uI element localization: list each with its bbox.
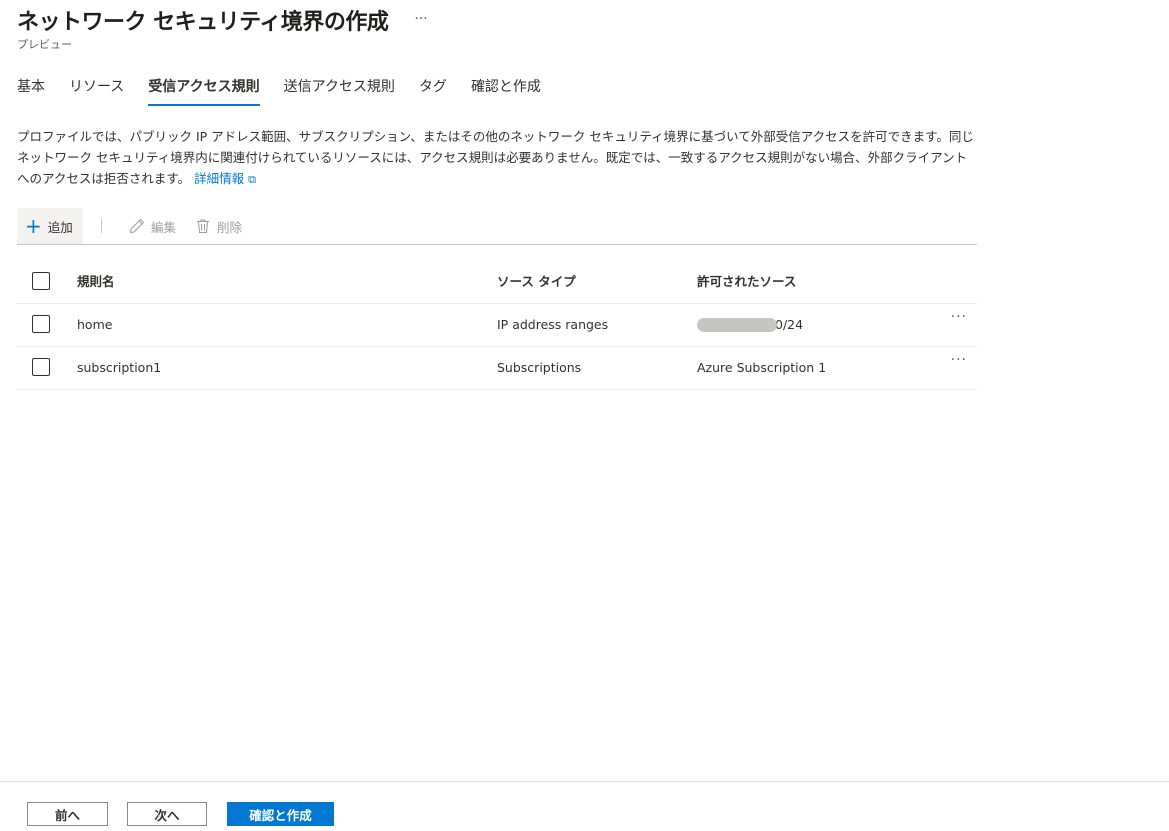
preview-subtitle: プレビュー xyxy=(17,38,72,51)
source-type-cell: IP address ranges xyxy=(497,317,609,332)
delete-label: 削除 xyxy=(217,219,243,235)
rule-name-cell: subscription1 xyxy=(77,360,162,375)
tab-resources[interactable]: リソース xyxy=(69,76,124,106)
title-row: ネットワーク セキュリティ境界の作成 ··· xyxy=(17,4,428,36)
tab-tags[interactable]: タグ xyxy=(419,76,447,106)
tab-basics[interactable]: 基本 xyxy=(17,76,45,106)
source-type-cell: Subscriptions xyxy=(497,360,582,375)
allowed-source-cell: 0/24 xyxy=(697,304,803,346)
edit-label: 編集 xyxy=(151,219,177,235)
tab-outbound-access-rules[interactable]: 送信アクセス規則 xyxy=(284,76,395,106)
more-options-icon[interactable]: ··· xyxy=(414,11,427,27)
learn-more-label: 詳細情報 xyxy=(194,171,245,186)
tab-inbound-access-rules[interactable]: 受信アクセス規則 xyxy=(148,76,260,106)
table-row[interactable]: subscription1 Subscriptions Azure Subscr… xyxy=(17,347,977,390)
tab-list: 基本 リソース 受信アクセス規則 送信アクセス規則 タグ 確認と作成 xyxy=(17,76,565,106)
review-create-button[interactable]: 確認と作成 xyxy=(227,802,334,826)
learn-more-link[interactable]: 詳細情報 ⧉ xyxy=(194,171,256,186)
column-header-rule-name[interactable]: 規則名 xyxy=(77,261,115,303)
pencil-icon xyxy=(129,218,145,234)
select-all-checkbox[interactable] xyxy=(32,272,50,290)
edit-button[interactable]: 編集 xyxy=(129,208,176,244)
redacted-blur xyxy=(697,317,777,332)
column-header-allowed-source[interactable]: 許可されたソース xyxy=(697,261,796,303)
add-label: 追加 xyxy=(47,219,73,235)
previous-button[interactable]: 前へ xyxy=(27,802,108,826)
tab-review-create[interactable]: 確認と作成 xyxy=(471,76,541,106)
next-button[interactable]: 次へ xyxy=(127,802,207,826)
rule-name-cell: home xyxy=(77,317,113,332)
rules-table: 規則名 ソース タイプ 許可されたソース home IP address ran… xyxy=(17,261,977,390)
row-checkbox[interactable] xyxy=(32,358,50,376)
plus-icon: + xyxy=(25,214,42,238)
trash-icon xyxy=(195,218,211,234)
allowed-source-value: 0/24 xyxy=(775,317,804,332)
table-header: 規則名 ソース タイプ 許可されたソース xyxy=(17,261,977,304)
page-title: ネットワーク セキュリティ境界の作成 xyxy=(17,10,389,35)
row-more-icon[interactable]: ··· xyxy=(951,310,967,324)
delete-button[interactable]: 削除 xyxy=(195,208,242,244)
description: プロファイルでは、パブリック IP アドレス範囲、サブスクリプション、またはその… xyxy=(17,126,977,190)
row-checkbox[interactable] xyxy=(32,315,50,333)
table-row[interactable]: home IP address ranges 0/24 ··· xyxy=(17,304,977,347)
description-text: プロファイルでは、パブリック IP アドレス範囲、サブスクリプション、またはその… xyxy=(17,129,974,186)
external-link-icon: ⧉ xyxy=(248,173,256,186)
toolbar-separator xyxy=(101,219,102,233)
footer-divider xyxy=(0,781,1169,782)
allowed-source-cell: Azure Subscription 1 xyxy=(697,360,827,375)
add-button[interactable]: + 追加 xyxy=(17,208,83,244)
column-header-source-type[interactable]: ソース タイプ xyxy=(497,261,576,303)
row-more-icon[interactable]: ··· xyxy=(951,353,967,367)
page: ネットワーク セキュリティ境界の作成 ··· プレビュー 基本 リソース 受信ア… xyxy=(0,0,1169,831)
toolbar: + 追加 編集 削除 xyxy=(17,208,977,245)
